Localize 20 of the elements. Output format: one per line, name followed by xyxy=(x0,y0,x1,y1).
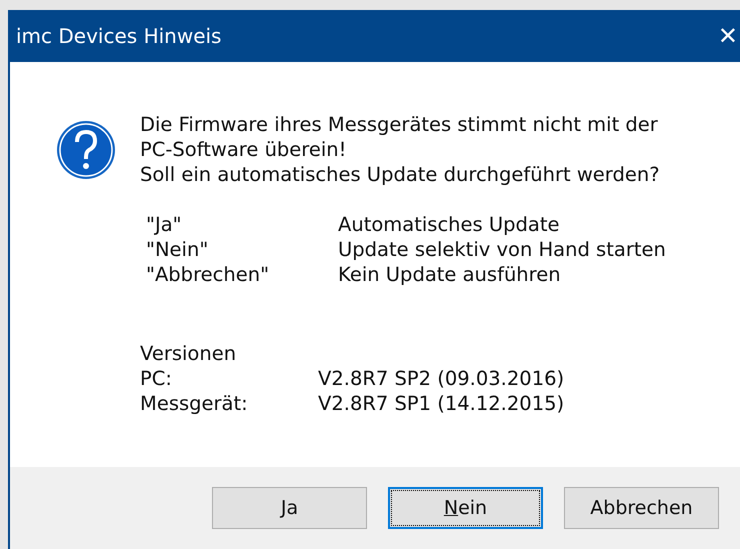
message-text: Die Firmware ihres Messgerätes stimmt nicht mit der xyxy=(140,112,659,137)
versions-heading: Versionen xyxy=(140,341,238,366)
version-label: PC: xyxy=(140,366,173,391)
close-button[interactable]: ✕ xyxy=(718,24,738,48)
window-title: imc Devices Hinweis xyxy=(16,23,222,50)
version-value: V2.8R7 SP2 (09.03.2016) xyxy=(318,366,564,391)
message-text: Soll ein automatisches Update durchgeführt werden? xyxy=(140,162,661,187)
dialog-button[interactable]: Nein xyxy=(388,487,543,529)
option-description: Kein Update ausführen xyxy=(338,262,561,287)
option-key: "Ja" xyxy=(140,212,338,237)
question-icon xyxy=(56,120,116,180)
version-value: V2.8R7 SP1 (14.12.2015) xyxy=(318,391,564,416)
option-description: Update selektiv von Hand starten xyxy=(338,237,666,262)
dialog-button[interactable]: Abbrechen xyxy=(564,487,719,529)
dialog-button[interactable]: Ja xyxy=(212,487,367,529)
option-key: "Abbrechen" xyxy=(140,262,338,287)
message-text: PC-Software überein! xyxy=(140,137,348,162)
version-label: Messgerät: xyxy=(140,391,249,416)
option-description: Automatisches Update xyxy=(338,212,560,237)
option-key: "Nein" xyxy=(140,237,338,262)
